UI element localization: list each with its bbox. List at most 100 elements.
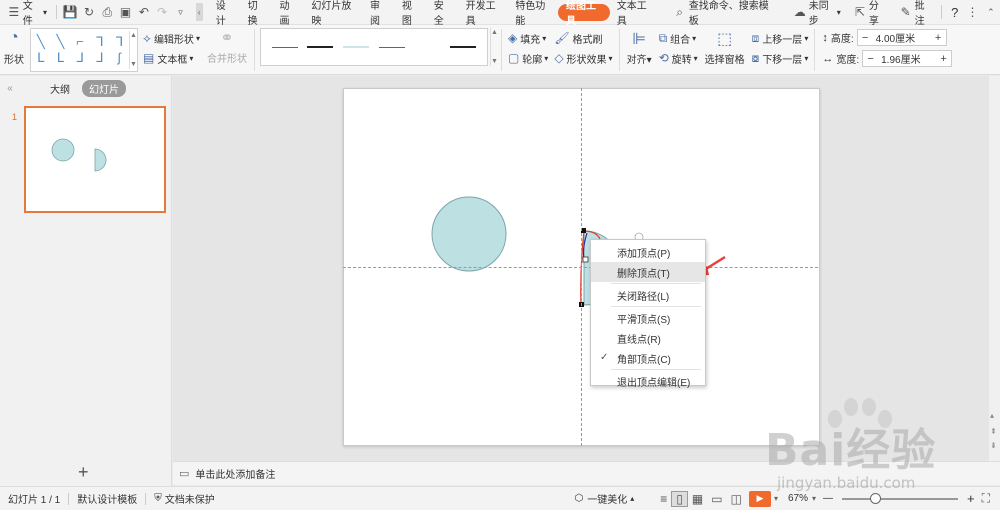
plus-icon[interactable]: +: [931, 30, 946, 45]
connector-icon[interactable]: ᒪ: [31, 50, 51, 66]
menu-item-corner-vertex[interactable]: ✓ 角部顶点(C): [591, 348, 705, 368]
line-style-swatch[interactable]: [450, 46, 477, 48]
divider: [253, 29, 255, 71]
thumb-circle-shape: [51, 138, 75, 162]
width-input[interactable]: [878, 51, 937, 66]
menu-item-add-vertex[interactable]: 添加顶点(P): [591, 242, 705, 262]
height-stepper[interactable]: − +: [856, 29, 947, 46]
line-style-gallery[interactable]: [259, 28, 488, 66]
line-style-swatch[interactable]: [271, 46, 298, 48]
file-menu[interactable]: ☰ 文件 ▾: [0, 0, 52, 27]
help-button[interactable]: ?: [946, 0, 963, 25]
panel-tabs: « 大纲 幻灯片: [0, 76, 171, 100]
line-shape-icon[interactable]: ╲: [51, 34, 71, 50]
menu-item-close-path[interactable]: 关闭路径(L): [591, 285, 705, 305]
menu-item-straight-point[interactable]: 直线点(R): [591, 328, 705, 348]
shape-effect-button[interactable]: ◇ 形状效果 ▾: [551, 48, 615, 68]
fill-button[interactable]: ◈ 填充 ▾: [505, 28, 551, 48]
height-input[interactable]: [872, 30, 931, 45]
sync-status[interactable]: ☁ 未同步 ▾: [786, 0, 846, 27]
tab-review[interactable]: 审阅: [363, 0, 395, 27]
text-box-button[interactable]: ▤ 文本框 ▾: [140, 48, 203, 68]
tab-slideshow[interactable]: 幻灯片放映: [304, 0, 363, 27]
minus-icon[interactable]: −: [858, 30, 873, 45]
plus-icon[interactable]: +: [936, 51, 951, 66]
tab-outline[interactable]: 大纲: [50, 81, 70, 96]
reading-view-icon[interactable]: ▭: [707, 492, 726, 506]
more-options-icon[interactable]: ⋮: [965, 4, 979, 20]
line-style-swatch[interactable]: [343, 46, 370, 48]
comment-view-icon[interactable]: ◫: [727, 492, 746, 506]
bring-forward-button[interactable]: ⧈ 上移一层 ▾: [749, 28, 812, 48]
tab-slides[interactable]: 幻灯片: [82, 79, 126, 97]
tab-security[interactable]: 安全: [427, 0, 459, 27]
connector-icon[interactable]: ᒪ: [51, 50, 71, 66]
merge-shape-button[interactable]: ⚭ 合并形状: [203, 25, 251, 75]
redo-icon[interactable]: ↷: [155, 4, 169, 20]
slide-sorter-icon[interactable]: ▦: [688, 492, 707, 506]
curve-icon[interactable]: ʃ: [109, 50, 129, 66]
connector-shapes[interactable]: ╲ ╲ ⌐ ᒣ ᒣ ᒪ ᒪ ᒧ ᒧ ʃ: [31, 31, 129, 69]
circle-shape[interactable]: [431, 196, 507, 272]
connector-icon[interactable]: ᒧ: [90, 50, 110, 66]
connector-icon[interactable]: ᒣ: [90, 34, 110, 50]
notes-toggle-icon[interactable]: ≡: [656, 492, 671, 506]
tab-drawing-tools[interactable]: 绘图工具: [558, 1, 610, 27]
normal-view-icon[interactable]: ▯: [671, 490, 688, 507]
edit-shape-label: 编辑形状: [153, 34, 194, 46]
tab-design[interactable]: 设计: [209, 0, 241, 27]
customize-icon[interactable]: ▿: [173, 4, 187, 20]
menu-item-exit-vertex-edit[interactable]: 退出顶点编辑(E): [591, 371, 705, 391]
preview-icon[interactable]: ▣: [118, 4, 132, 20]
print-icon[interactable]: ⎙: [100, 4, 114, 20]
tab-developer[interactable]: 开发工具: [459, 0, 509, 27]
undo-format-icon[interactable]: ↻: [82, 4, 96, 20]
shape-button[interactable]: ◔ 形状: [0, 25, 28, 75]
outline-button[interactable]: ▢ 轮廓 ▾: [505, 48, 551, 68]
line-style-swatch[interactable]: [414, 46, 441, 48]
gallery-scroll[interactable]: ▲ ▼: [129, 31, 137, 69]
design-template[interactable]: 默认设计模板: [69, 491, 145, 506]
shape-gallery[interactable]: ╲ ╲ ⌐ ᒣ ᒣ ᒪ ᒪ ᒧ ᒧ ʃ ▲ ▼: [30, 28, 138, 72]
line-style-swatch[interactable]: [378, 46, 405, 48]
menu-item-delete-vertex[interactable]: 删除顶点(T): [591, 262, 705, 282]
gallery-scroll[interactable]: ▲ ▼: [489, 28, 498, 66]
align-button[interactable]: ⊫ 对齐▾: [623, 25, 656, 66]
width-stepper[interactable]: − +: [862, 50, 953, 67]
watermark-brand: Bai经验: [765, 425, 937, 476]
tab-text-tools[interactable]: 文本工具: [610, 0, 660, 27]
beautify-button[interactable]: ⬡ 一键美化 ▴: [567, 491, 643, 506]
connector-icon[interactable]: ᒣ: [109, 34, 129, 50]
text-box-label: 文本框: [157, 54, 188, 66]
tab-view[interactable]: 视图: [395, 0, 427, 27]
menu-item-smooth-vertex[interactable]: 平滑顶点(S): [591, 308, 705, 328]
connector-icon[interactable]: ⌐: [70, 34, 90, 50]
tab-features[interactable]: 特色功能: [508, 0, 558, 27]
share-button[interactable]: ⇱ 分享: [846, 0, 892, 27]
tab-animation[interactable]: 动画: [272, 0, 304, 27]
line-style-swatch[interactable]: [307, 46, 334, 48]
line-shape-icon[interactable]: ╲: [31, 34, 51, 50]
slide-thumbnail[interactable]: [24, 106, 166, 213]
command-search[interactable]: ⌕ 查找命令、搜索模板: [666, 0, 774, 27]
comment-label: 批注: [914, 1, 925, 27]
collapse-ribbon-icon[interactable]: ⌃: [984, 4, 998, 20]
slide-count: 幻灯片 1 / 1: [8, 495, 61, 506]
group-button[interactable]: ⧉ 组合 ▾: [656, 28, 701, 48]
undo-icon[interactable]: ↶: [137, 4, 151, 20]
send-backward-button[interactable]: ⧇ 下移一层 ▾: [749, 48, 812, 68]
collapse-tabs-icon[interactable]: ‹: [195, 3, 203, 21]
save-icon[interactable]: 💾: [63, 4, 78, 20]
comment-button[interactable]: ✎ 批注: [892, 0, 938, 27]
connector-icon[interactable]: ᒧ: [70, 50, 90, 66]
edit-shape-button[interactable]: ⟡ 编辑形状 ▾: [140, 28, 203, 48]
add-slide-button[interactable]: +: [78, 462, 89, 483]
document-protection[interactable]: ⛨ 文档未保护: [146, 491, 223, 506]
format-painter-button[interactable]: 🖌 格式刷: [551, 28, 615, 48]
rotate-button[interactable]: ⟲ 旋转 ▾: [656, 48, 701, 68]
selection-pane-button[interactable]: ⬚ 选择窗格: [701, 25, 749, 66]
collapse-panel-icon[interactable]: «: [0, 83, 20, 94]
vertex-handle[interactable]: [582, 256, 589, 263]
tab-transition[interactable]: 切换: [241, 0, 273, 27]
minus-icon[interactable]: −: [863, 51, 878, 66]
